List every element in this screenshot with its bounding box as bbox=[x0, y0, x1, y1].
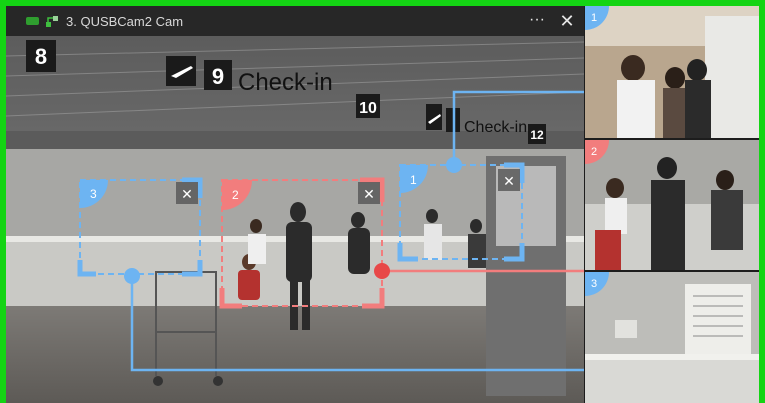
region-3-handle[interactable] bbox=[124, 268, 140, 284]
region-3-label: 3 bbox=[90, 187, 97, 201]
preview-1[interactable]: 1 bbox=[585, 6, 759, 138]
sign-number-9: 9 bbox=[212, 64, 224, 89]
preview-2[interactable]: 2 bbox=[585, 140, 759, 270]
region-1-close-icon[interactable]: ✕ bbox=[498, 169, 520, 191]
more-icon[interactable]: ··· bbox=[526, 11, 548, 31]
gate-number: 8 bbox=[35, 44, 47, 69]
preview-2-label: 2 bbox=[591, 146, 597, 158]
close-icon[interactable]: ✕ bbox=[556, 11, 578, 31]
camera-title-bar: 3. QUSBCam2 Cam ··· ✕ bbox=[6, 6, 584, 36]
preview-1-label: 1 bbox=[591, 12, 597, 24]
preview-3-label: 3 bbox=[591, 278, 597, 290]
airplane-icon bbox=[166, 56, 196, 86]
sign-number-12: 12 bbox=[530, 128, 544, 142]
svg-text:✕: ✕ bbox=[503, 174, 515, 190]
region-1-handle[interactable] bbox=[446, 157, 462, 173]
record-icon bbox=[26, 17, 39, 25]
region-3-close-icon[interactable]: ✕ bbox=[176, 182, 198, 204]
camera-title: 3. QUSBCam2 Cam bbox=[66, 13, 184, 29]
region-2-handle[interactable] bbox=[374, 263, 390, 279]
svg-text:✕: ✕ bbox=[363, 187, 375, 203]
region-2-label: 2 bbox=[232, 188, 239, 202]
sign-checkin-text-2: Check-in bbox=[464, 119, 527, 136]
region-2-close-icon[interactable]: ✕ bbox=[358, 182, 380, 204]
preview-3[interactable]: 3 bbox=[585, 272, 759, 403]
region-1-label: 1 bbox=[410, 173, 417, 187]
sign-checkin-text: Check-in bbox=[238, 69, 333, 96]
camera-window: 8 9 Check-in 10 Check-in 12 3 ✕ 2 ✕ 1 ✕ … bbox=[6, 6, 759, 403]
network-icon bbox=[46, 16, 58, 27]
sign-number-10: 10 bbox=[359, 100, 377, 117]
camera-view: 8 9 Check-in 10 Check-in 12 3 ✕ 2 ✕ 1 ✕ … bbox=[0, 0, 765, 403]
svg-text:✕: ✕ bbox=[181, 187, 193, 203]
camera-feed: 8 9 Check-in 10 Check-in 12 3 ✕ 2 ✕ 1 ✕ bbox=[6, 36, 584, 403]
